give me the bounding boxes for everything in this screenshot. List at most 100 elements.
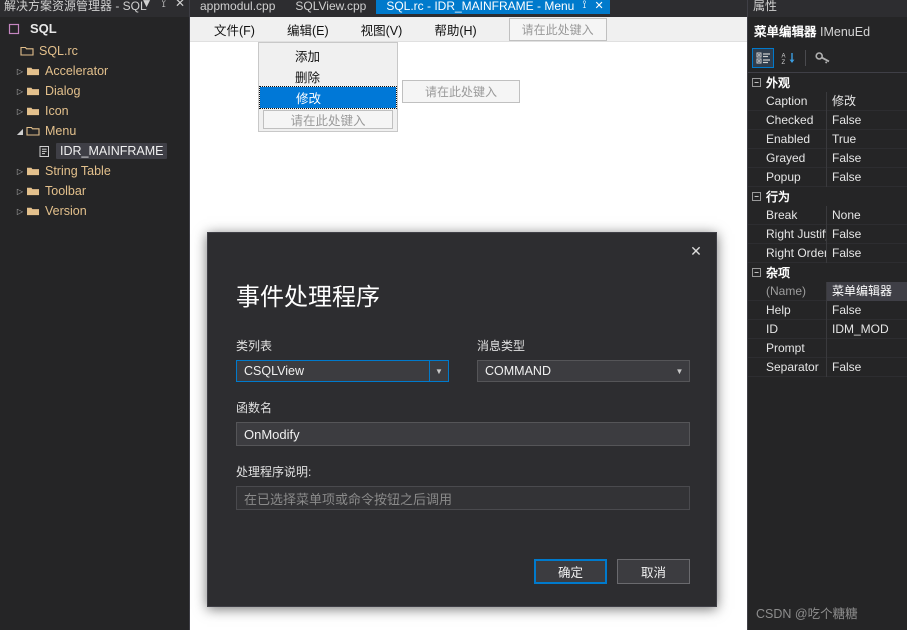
tree-item-icon[interactable]: ▷ Icon [0,101,189,121]
close-icon[interactable]: ✕ [594,0,603,12]
property-name: Separator [766,360,819,374]
close-icon[interactable]: ✕ [175,0,185,10]
property-value[interactable]: False [826,357,907,377]
collapse-icon[interactable]: − [752,78,761,87]
tree-item-accelerator[interactable]: ▷ Accelerator [0,61,189,81]
properties-title: 属性 [753,0,778,13]
property-row-caption[interactable]: Caption 修改 [748,91,907,111]
solution-icon [8,23,20,35]
property-name: Prompt [766,341,805,355]
tab-sqlview-cpp[interactable]: SQLView.cpp [285,0,376,14]
alphabetical-sort-icon[interactable]: A Z [777,48,799,68]
function-name-group: 函数名 OnModify [236,399,690,446]
message-type-label: 消息类型 [477,339,526,353]
tab-appmodul-cpp[interactable]: appmodul.cpp [190,0,285,14]
property-row-separator[interactable]: Separator False [748,357,907,377]
expander-icon[interactable]: ◢ [14,127,26,136]
pin-icon[interactable]: ⟟ [582,0,586,12]
property-value[interactable]: IDM_MOD [826,319,907,339]
dropdown-sibling-placeholder[interactable]: 请在此处键入 [402,80,521,103]
close-icon[interactable]: ✕ [686,241,706,261]
property-row-grayed[interactable]: Grayed False [748,148,907,168]
property-name: Caption [766,94,808,108]
property-value[interactable]: False [826,148,907,168]
property-value[interactable]: 修改 [826,91,907,111]
tree-item-label: Version [45,204,87,218]
menu-resource-icon [38,145,51,158]
handler-description-group: 处理程序说明: 在已选择菜单项或命令按钮之后调用 [236,463,690,510]
dropdown-item-modify[interactable]: 修改 [259,86,397,109]
tree-item-string-table[interactable]: ▷ String Table [0,161,189,181]
expander-icon[interactable]: ▷ [14,107,26,116]
menu-editor-menubar: 文件(F) 编辑(E) 视图(V) 帮助(H) 请在此处键入 [190,17,747,42]
property-value[interactable]: False [826,224,907,244]
property-value[interactable] [826,338,907,358]
tree-item-label: IDR_MAINFRAME [56,143,168,159]
tree-item-version[interactable]: ▷ Version [0,201,189,221]
class-list-combobox[interactable]: CSQLView ▼ [236,360,449,382]
property-row-prompt[interactable]: Prompt [748,338,907,358]
expander-icon[interactable]: ▷ [14,87,26,96]
property-value[interactable]: False [826,300,907,320]
expander-icon[interactable]: ▷ [14,187,26,196]
property-pages-key-icon[interactable] [812,48,834,68]
chevron-down-icon[interactable]: ▼ [429,361,448,381]
folder-icon [26,165,40,177]
function-name-input[interactable]: OnModify [236,422,690,446]
property-row-break[interactable]: Break None [748,205,907,225]
menubar-new-item-placeholder[interactable]: 请在此处键入 [508,17,607,41]
property-category-behavior[interactable]: − 行为 [748,187,907,206]
property-category-misc[interactable]: − 杂项 [748,263,907,282]
property-category-appearance[interactable]: − 外观 [748,73,907,92]
property-value[interactable]: True [826,129,907,149]
property-row-id[interactable]: ID IDM_MOD [748,319,907,339]
property-row-name[interactable]: (Name) 菜单编辑器 [748,281,907,301]
tree-item-sql-rc[interactable]: SQL.rc [0,41,189,61]
chevron-down-icon[interactable]: ▼ [141,0,153,10]
dropdown-new-item-placeholder[interactable]: 请在此处键入 [263,110,393,129]
function-name-label: 函数名 [236,401,273,415]
dropdown-item-delete[interactable]: 删除 [259,66,397,87]
tree-item-idr-mainframe[interactable]: IDR_MAINFRAME [0,141,189,161]
editor-tabstrip: appmodul.cpp SQLView.cpp SQL.rc - IDR_MA… [190,0,747,17]
rc-file-icon [20,45,34,57]
categorized-icon[interactable] [752,48,774,68]
property-row-popup[interactable]: Popup False [748,167,907,187]
ok-button[interactable]: 确定 [534,559,607,584]
dropdown-item-add[interactable]: 添加 [259,45,397,66]
solution-root[interactable]: SQL [0,17,189,40]
property-value[interactable]: False [826,110,907,130]
tab-sql-rc-menu[interactable]: SQL.rc - IDR_MAINFRAME - Menu ⟟ ✕ [376,0,610,14]
property-value[interactable]: 菜单编辑器 [826,281,907,301]
property-row-enabled[interactable]: Enabled True [748,129,907,149]
folder-icon [26,85,40,97]
property-row-right-order[interactable]: Right Order False [748,243,907,263]
tree-item-toolbar[interactable]: ▷ Toolbar [0,181,189,201]
expander-icon[interactable]: ▷ [14,167,26,176]
property-row-help[interactable]: Help False [748,300,907,320]
chevron-down-icon[interactable]: ▼ [670,361,689,381]
cancel-button[interactable]: 取消 [617,559,690,584]
menubar-item-edit[interactable]: 编辑(E) [271,16,345,43]
menubar-item-view[interactable]: 视图(V) [345,16,419,43]
property-value[interactable]: None [826,205,907,225]
property-name: ID [766,322,778,336]
property-value[interactable]: False [826,167,907,187]
property-row-checked[interactable]: Checked False [748,110,907,130]
property-name: Checked [766,113,814,127]
property-row-right-justify[interactable]: Right Justify False [748,224,907,244]
property-value[interactable]: False [826,243,907,263]
expander-icon[interactable]: ▷ [14,67,26,76]
pin-icon[interactable]: ⟟ [161,0,165,10]
properties-toolbar: A Z [748,45,907,73]
collapse-icon[interactable]: − [752,192,761,201]
message-type-combobox[interactable]: COMMAND ▼ [477,360,690,382]
property-name: Grayed [766,151,806,165]
menubar-item-file[interactable]: 文件(F) [198,16,271,43]
collapse-icon[interactable]: − [752,268,761,277]
handler-description-value: 在已选择菜单项或命令按钮之后调用 [244,491,453,507]
menubar-item-help[interactable]: 帮助(H) [418,16,492,43]
expander-icon[interactable]: ▷ [14,207,26,216]
tree-item-menu[interactable]: ◢ Menu [0,121,189,141]
tree-item-dialog[interactable]: ▷ Dialog [0,81,189,101]
